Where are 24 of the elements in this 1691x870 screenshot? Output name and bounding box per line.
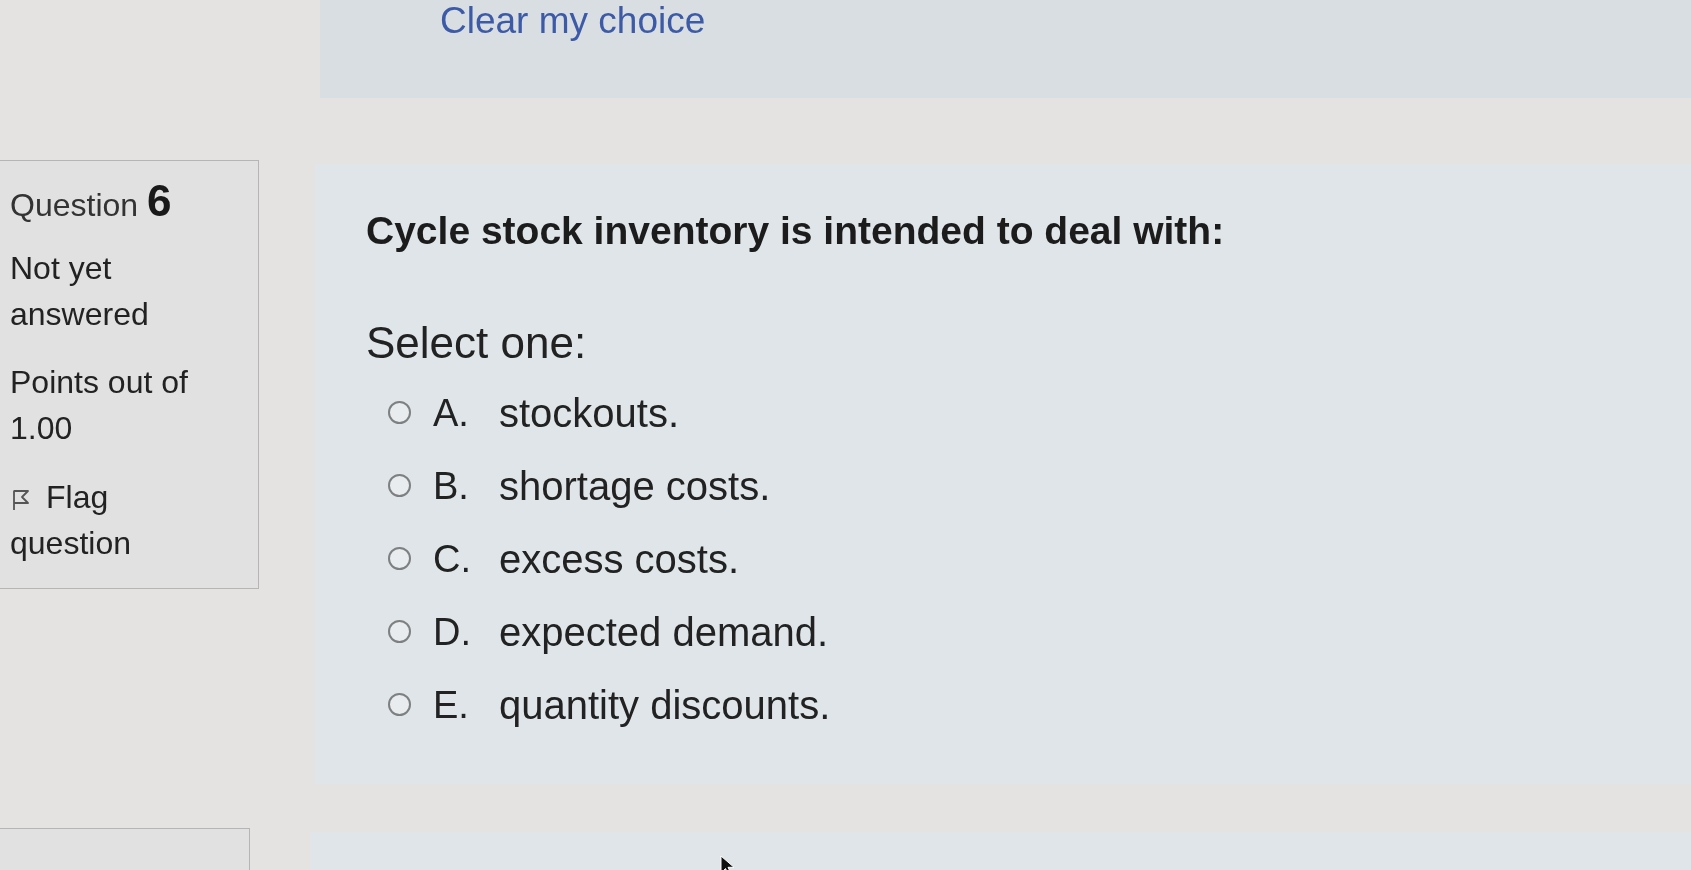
option-letter: C. xyxy=(433,536,472,582)
option-letter: D. xyxy=(433,609,472,655)
flag-question-link[interactable]: Flag question xyxy=(10,474,225,566)
radio-button[interactable] xyxy=(388,620,411,643)
radio-button[interactable] xyxy=(388,547,411,570)
option-letter: A. xyxy=(433,390,470,436)
select-one-prompt: Select one: xyxy=(366,318,587,368)
question-text: Cycle stock inventory is intended to deal with: xyxy=(366,208,1225,254)
mouse-pointer-icon xyxy=(720,855,736,870)
option-text: quantity discounts. xyxy=(499,681,831,728)
option-text: expected demand. xyxy=(499,608,829,655)
radio-button[interactable] xyxy=(388,693,411,716)
radio-button[interactable] xyxy=(388,474,411,497)
clear-my-choice-link[interactable]: Clear my choice xyxy=(440,0,706,42)
option-text: stockouts. xyxy=(499,389,680,436)
option-text: excess costs. xyxy=(499,535,740,582)
radio-button[interactable] xyxy=(388,401,411,424)
question-number-heading: Question 6 xyxy=(10,176,172,227)
flag-icon xyxy=(12,489,30,511)
option-text: shortage costs. xyxy=(499,462,771,509)
question-grade-text: Points out of 1.00 xyxy=(10,363,189,448)
option-letter: B. xyxy=(433,463,470,509)
question-state-text: Not yet answered xyxy=(10,249,150,334)
option-letter: E. xyxy=(433,682,470,728)
